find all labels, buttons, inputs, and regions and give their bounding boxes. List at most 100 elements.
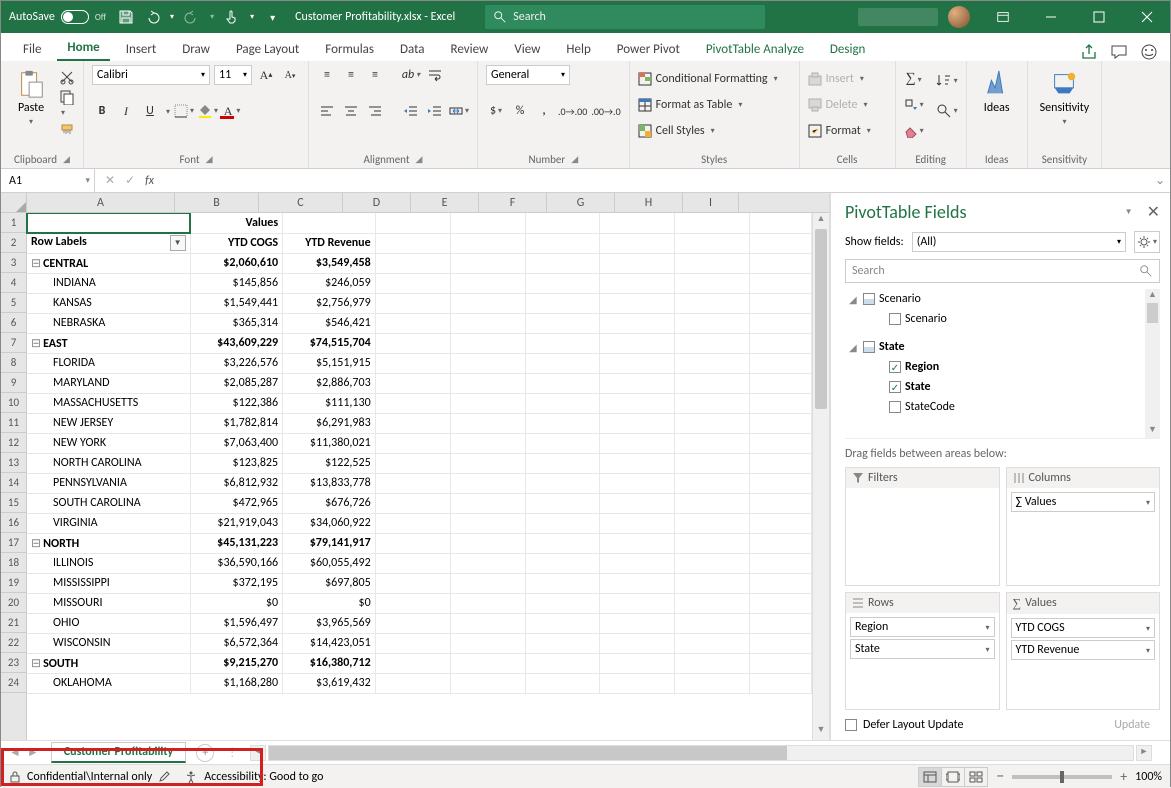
- cell[interactable]: $122,525: [283, 453, 376, 473]
- cell[interactable]: [675, 273, 750, 293]
- cell[interactable]: [450, 633, 525, 653]
- formula-input[interactable]: [164, 169, 1150, 192]
- cell[interactable]: $3,965,569: [283, 613, 376, 633]
- row-header[interactable]: 15: [1, 493, 26, 513]
- cell[interactable]: [525, 253, 600, 273]
- format-painter-icon[interactable]: [59, 123, 75, 139]
- cell[interactable]: [525, 213, 600, 233]
- field-state[interactable]: ✓State: [845, 377, 1144, 397]
- cell[interactable]: [750, 453, 812, 473]
- sheet-tab-active[interactable]: Customer Profitability: [51, 742, 186, 763]
- cell[interactable]: VIRGINIA: [27, 513, 190, 533]
- row-header[interactable]: 9: [1, 373, 26, 393]
- align-bottom-icon[interactable]: ≡: [365, 65, 385, 85]
- cell[interactable]: [675, 393, 750, 413]
- cell[interactable]: $372,195: [190, 573, 283, 593]
- cell[interactable]: [675, 253, 750, 273]
- copy-icon[interactable]: [59, 89, 75, 119]
- cell[interactable]: $6,572,364: [190, 633, 283, 653]
- italic-button[interactable]: I: [116, 101, 136, 121]
- cell[interactable]: [450, 533, 525, 553]
- cell[interactable]: [450, 453, 525, 473]
- cell[interactable]: [450, 473, 525, 493]
- cell[interactable]: NEW YORK: [27, 433, 190, 453]
- cell[interactable]: [600, 233, 675, 253]
- cell[interactable]: $16,380,712: [283, 653, 376, 673]
- row-header[interactable]: 4: [1, 273, 26, 293]
- cell[interactable]: [675, 353, 750, 373]
- page-layout-view-button[interactable]: [941, 767, 965, 787]
- cell[interactable]: [525, 673, 600, 693]
- ribbon-display-options[interactable]: [980, 1, 1026, 33]
- cell[interactable]: $123,825: [190, 453, 283, 473]
- tab-data[interactable]: Data: [390, 38, 435, 61]
- align-right-icon[interactable]: [365, 101, 385, 121]
- ideas-button[interactable]: Ideas: [975, 65, 1019, 119]
- select-all-triangle[interactable]: [1, 193, 27, 212]
- cell[interactable]: [600, 253, 675, 273]
- cell[interactable]: [450, 493, 525, 513]
- field-region[interactable]: ✓Region: [845, 357, 1144, 377]
- decrease-font-icon[interactable]: A▾: [280, 65, 300, 85]
- cell[interactable]: [525, 433, 600, 453]
- cell[interactable]: $472,965: [190, 493, 283, 513]
- font-color-button[interactable]: A: [222, 101, 242, 121]
- pt-dropdown[interactable]: ▼: [1125, 207, 1133, 217]
- cell[interactable]: [375, 633, 450, 653]
- horizontal-scrollbar[interactable]: ◄►: [250, 745, 1170, 761]
- cell[interactable]: [525, 413, 600, 433]
- cell[interactable]: $6,812,932: [190, 473, 283, 493]
- merge-center-icon[interactable]: [449, 101, 469, 121]
- sheet-nav-next[interactable]: ►: [27, 745, 39, 760]
- row-header[interactable]: 17: [1, 533, 26, 553]
- cell[interactable]: NEBRASKA: [27, 313, 190, 333]
- cell[interactable]: $3,619,432: [283, 673, 376, 693]
- cell[interactable]: $2,060,610: [190, 253, 283, 273]
- cell[interactable]: [375, 673, 450, 693]
- cell[interactable]: MISSOURI: [27, 593, 190, 613]
- cell[interactable]: Values: [190, 213, 283, 233]
- cell[interactable]: [600, 213, 675, 233]
- cell[interactable]: [675, 473, 750, 493]
- cell[interactable]: [375, 333, 450, 353]
- cell[interactable]: [750, 253, 812, 273]
- cell[interactable]: [525, 453, 600, 473]
- cell[interactable]: $34,060,922: [283, 513, 376, 533]
- close-button[interactable]: [1124, 1, 1170, 33]
- cell[interactable]: [525, 393, 600, 413]
- cell[interactable]: MISSISSIPPI: [27, 573, 190, 593]
- cell[interactable]: [675, 533, 750, 553]
- row-header[interactable]: 20: [1, 593, 26, 613]
- cell[interactable]: [750, 613, 812, 633]
- cell[interactable]: FLORIDA: [27, 353, 190, 373]
- area-rows[interactable]: Rows Region State: [845, 592, 1000, 711]
- cell[interactable]: [450, 573, 525, 593]
- field-group-state[interactable]: ◢State: [845, 337, 1144, 357]
- cell[interactable]: WISCONSIN: [27, 633, 190, 653]
- cell[interactable]: [750, 633, 812, 653]
- cell[interactable]: $11,380,021: [283, 433, 376, 453]
- cell[interactable]: [750, 233, 812, 253]
- alignment-dialog-launcher[interactable]: ◢: [416, 154, 423, 165]
- cell[interactable]: [525, 273, 600, 293]
- cell[interactable]: [600, 533, 675, 553]
- cell[interactable]: [750, 513, 812, 533]
- cell[interactable]: [600, 493, 675, 513]
- field-list-scrollbar[interactable]: ▲▼: [1145, 289, 1160, 438]
- cell[interactable]: [375, 653, 450, 673]
- font-dialog-launcher[interactable]: ◢: [206, 154, 213, 165]
- cell[interactable]: [375, 573, 450, 593]
- cell[interactable]: [675, 413, 750, 433]
- cell[interactable]: ILLINOIS: [27, 553, 190, 573]
- share-button[interactable]: [1080, 43, 1098, 61]
- increase-indent-icon[interactable]: [425, 101, 445, 121]
- cell[interactable]: [600, 593, 675, 613]
- cell[interactable]: $6,291,983: [283, 413, 376, 433]
- cell[interactable]: [450, 373, 525, 393]
- underline-button[interactable]: U: [140, 101, 160, 121]
- row-header[interactable]: 10: [1, 393, 26, 413]
- sensitivity-button[interactable]: Sensitivity▾: [1036, 65, 1094, 131]
- cell[interactable]: [450, 653, 525, 673]
- cell[interactable]: [375, 353, 450, 373]
- cell[interactable]: [750, 653, 812, 673]
